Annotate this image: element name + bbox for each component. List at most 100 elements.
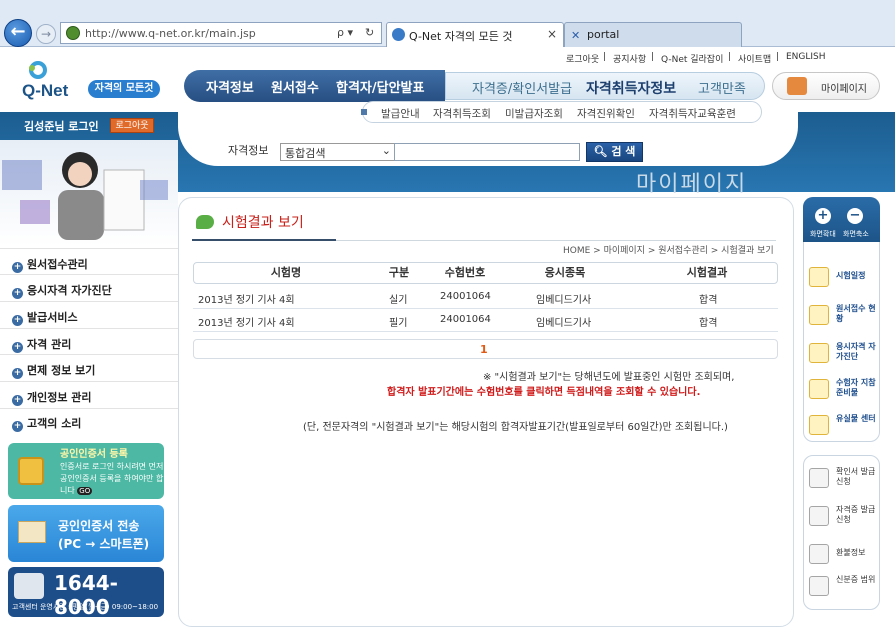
col-exam-name: 시험명 <box>270 266 302 279</box>
calendar-icon <box>809 267 829 287</box>
breadcrumb: HOME > 마이페이지 > 원서접수관리 > 시험결과 보기 <box>563 246 774 256</box>
menu-issue-service[interactable]: + 발급서비스 <box>12 309 78 326</box>
telephone-icon <box>14 573 44 599</box>
cell-exam-number[interactable]: 24001064 <box>440 314 491 325</box>
mypage-button[interactable]: 마이페이지 <box>772 72 880 100</box>
zoom-in-icon[interactable]: + <box>815 208 831 224</box>
cell-exam-number[interactable]: 24001064 <box>440 291 491 302</box>
guide-link[interactable]: Q-Net 길라잡이 <box>661 52 723 65</box>
id-card-icon <box>809 576 829 596</box>
menu-personal-info[interactable]: + 개인정보 관리 <box>12 389 92 406</box>
cell-type: 필기 <box>389 318 408 329</box>
search-button[interactable]: 🔍︎ 검 색 <box>586 142 643 162</box>
cert-register-banner[interactable]: 공인인증서 등록 인증서로 로그인 하시려면 먼저 공인인증서 등록을 하여야만… <box>8 443 164 499</box>
cell-result: 합격 <box>699 295 718 306</box>
zoom-out-label: 화면축소 <box>843 230 869 238</box>
menu-customer-voice[interactable]: + 고객의 소리 <box>12 415 81 432</box>
separator: | <box>776 52 780 62</box>
zoom-in-label: 화면확대 <box>810 230 836 238</box>
page-title: 시험결과 보기 <box>222 215 304 231</box>
plus-icon: + <box>12 288 23 299</box>
logout-link[interactable]: 로그아웃 <box>566 52 599 65</box>
cert-transfer-banner[interactable]: 공인인증서 전송 (PC → 스마트폰) <box>8 505 164 562</box>
col-subject: 응시종목 <box>544 266 586 279</box>
logo-tagline: 자격의 모든것 <box>88 80 160 98</box>
search-dropdown-icon[interactable]: ρ ▾ <box>337 26 353 39</box>
col-exam-number: 수험번호 <box>444 266 486 279</box>
go-button[interactable]: GO <box>77 487 93 495</box>
separator: | <box>651 52 655 62</box>
quick-lost-found[interactable]: 유실물 센터 <box>809 410 876 444</box>
tab-portal[interactable]: ✕ portal <box>564 22 742 47</box>
search-category-select[interactable]: 통합검색 ⌄ <box>280 143 395 161</box>
plus-icon: + <box>12 342 23 353</box>
address-bar[interactable]: http://www.q-net.or.kr/main.jsp ρ ▾ ↻ <box>60 22 382 44</box>
quick-self-diagnosis[interactable]: 응시자격 자가진단 <box>809 338 876 372</box>
close-tab-icon[interactable]: × <box>547 27 557 41</box>
section-watermark: 마이페이지 <box>636 172 748 197</box>
tab-label: Q-Net 자격의 모든 것 <box>409 30 513 43</box>
search-input[interactable] <box>394 143 580 161</box>
divider <box>336 240 776 241</box>
leaf-icon <box>196 215 214 229</box>
cell-exam-name: 2013년 정기 기사 4회 <box>198 318 295 329</box>
row-divider <box>193 331 778 332</box>
svc-confirmation-issue[interactable]: 확인서 발급신청 <box>809 464 876 494</box>
nav-certificate-issue[interactable]: 자격증/확인서발급 <box>472 78 572 97</box>
chevron-down-icon: ⌄ <box>381 144 391 157</box>
certificate-icon <box>18 521 46 543</box>
quick-exam-schedule[interactable]: 시험일정 <box>809 262 876 296</box>
subnav-holder-training[interactable]: 자격취득자교육훈련 <box>649 106 736 121</box>
forward-button[interactable]: → <box>36 24 56 44</box>
certificate-doc-icon <box>809 506 829 526</box>
tab-qnet[interactable]: Q-Net 자격의 모든 것 × <box>386 22 564 47</box>
cell-exam-name: 2013년 정기 기사 4회 <box>198 295 295 306</box>
nav-application[interactable]: 원서접수 <box>271 77 319 96</box>
svc-refund-info[interactable]: 환불정보 <box>809 540 876 570</box>
quick-exam-supplies[interactable]: 수험자 지참준비물 <box>809 374 876 408</box>
plus-icon: + <box>12 395 23 406</box>
subnav-unissued-lookup[interactable]: 미발급자조회 <box>505 106 563 121</box>
main-nav-primary: 자격정보 원서접수 합격자/답안발표 <box>184 70 445 102</box>
separator: | <box>603 52 607 62</box>
page-1-link[interactable]: 1 <box>480 343 488 356</box>
row-divider <box>193 308 778 309</box>
back-button[interactable]: ← <box>4 19 32 47</box>
menu-exemption-info[interactable]: + 면제 정보 보기 <box>12 362 95 379</box>
cert-title: 공인인증서 등록 <box>60 449 128 460</box>
nav-results[interactable]: 합격자/답안발표 <box>336 77 424 96</box>
plus-icon: + <box>12 315 23 326</box>
mypage-label: 마이페이지 <box>821 84 867 95</box>
english-link[interactable]: ENGLISH <box>786 52 826 62</box>
tab-label: portal <box>587 28 620 41</box>
lock-icon <box>18 457 44 485</box>
money-icon <box>809 544 829 564</box>
monitor-icon <box>809 305 829 325</box>
svc-id-scope[interactable]: 신분증 범위 <box>809 572 876 602</box>
cert-description: 인증서로 로그인 하시려면 먼저 공인인증서 등록을 하여야만 합니다 GO <box>60 462 164 495</box>
logout-button[interactable]: 로그아웃 <box>110 118 154 133</box>
menu-application-manage[interactable]: + 원서접수관리 <box>12 256 88 273</box>
nav-customer[interactable]: 고객만족 <box>698 78 746 97</box>
subnav-acquisition-lookup[interactable]: 자격취득조회 <box>433 106 491 121</box>
plus-icon: + <box>12 262 23 273</box>
subnav-issue-guide[interactable]: 발급안내 <box>381 106 420 121</box>
main-nav-secondary: 자격증/확인서발급 자격취득자정보 고객만족 <box>445 72 765 100</box>
menu-self-diagnosis[interactable]: + 응시자격 자가진단 <box>12 282 112 299</box>
nav-holder-info[interactable]: 자격취득자정보 <box>586 78 676 98</box>
notice-link[interactable]: 공지사항 <box>613 52 646 65</box>
subnav-authenticity-check[interactable]: 자격진위확인 <box>577 106 635 121</box>
svc-certificate-issue[interactable]: 자격증 발급신청 <box>809 502 876 532</box>
call-center-hours: 고객센터 운영시간 : 평일(월~금) 09:00~18:00 <box>12 603 159 611</box>
quick-application-status[interactable]: 원서접수 현황 <box>809 300 876 334</box>
checklist-icon <box>809 343 829 363</box>
globe-icon <box>66 26 80 40</box>
qnet-logo[interactable]: Q-Net <box>22 60 78 104</box>
zoom-out-icon[interactable]: − <box>847 208 863 224</box>
menu-qualification-manage[interactable]: + 자격 관리 <box>12 336 71 353</box>
refresh-icon[interactable]: ↻ <box>365 26 374 39</box>
nav-qualification-info[interactable]: 자격정보 <box>206 77 254 96</box>
transfer-title: 공인인증서 전송 <box>58 519 140 533</box>
sitemap-link[interactable]: 사이트맵 <box>738 52 771 65</box>
title-underline <box>192 239 336 241</box>
